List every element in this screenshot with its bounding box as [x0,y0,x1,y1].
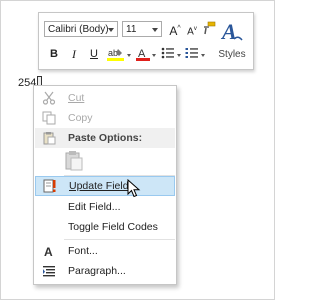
svg-text:A: A [220,19,237,44]
context-menu: Cut Copy Paste Options: Update Field Edi… [33,85,177,285]
menu-item-label: Edit Field... [68,201,121,213]
scissors-icon [42,91,56,105]
svg-text:A: A [44,245,53,258]
paragraph-icon [43,266,55,277]
toolbar-row-font: Calibri (Body) 11 A^ Av [44,19,216,39]
menu-item-label: Cut [68,92,85,104]
menu-item-update-field[interactable]: Update Field [35,176,175,196]
chevron-down-icon[interactable] [177,53,181,57]
toolbar-row-format: B I U ab A [44,44,205,64]
chevron-down-icon[interactable] [152,53,156,57]
shrink-font-button[interactable]: Av [185,21,199,37]
font-name-value: Calibri (Body) [48,24,109,35]
numbered-list-icon [185,48,198,58]
menu-item-edit-field[interactable]: Edit Field... [35,197,175,217]
paste-icon [43,132,56,145]
grow-font-button[interactable]: A^ [168,21,182,38]
copy-icon [42,111,56,125]
menu-item-label: Paste Options: [68,132,143,144]
caret-down-icon: v [193,26,197,32]
menu-item-font[interactable]: A Font... [35,241,175,261]
mouse-pointer-icon [127,179,141,198]
mini-formatting-toolbar: Calibri (Body) 11 A^ Av B I U ab A A Sty… [38,12,254,70]
menu-item-paste-options: Paste Options: [35,128,175,148]
format-painter-icon [204,21,216,35]
menu-item-label: Font... [68,245,98,257]
bold-button[interactable]: B [47,46,61,62]
menu-item-label: Copy [68,112,93,124]
update-field-icon [43,179,56,193]
menu-item-paragraph[interactable]: Paragraph... [35,261,175,281]
styles-button[interactable]: A Styles [215,17,249,65]
italic-button[interactable]: I [67,46,81,62]
chevron-down-icon[interactable] [201,53,205,57]
bullets-button[interactable] [161,46,175,62]
menu-item-cut[interactable]: Cut [35,88,175,108]
menu-item-toggle-field-codes[interactable]: Toggle Field Codes [35,217,175,237]
font-size-combobox[interactable]: 11 [122,21,162,37]
underline-button[interactable]: U [87,46,101,62]
numbering-button[interactable] [185,46,199,62]
chevron-down-icon[interactable] [127,53,131,57]
format-painter-button[interactable] [202,21,216,37]
menu-item-label: Update Field [69,180,129,192]
styles-icon: A [220,19,243,44]
highlight-button[interactable]: ab [107,46,125,62]
menu-divider [64,239,175,240]
shrink-font-label: A [187,26,194,38]
chevron-down-icon[interactable] [108,28,114,32]
font-color-button[interactable]: A [136,46,150,62]
font-size-value: 11 [126,24,137,35]
paste-keep-formatting-icon[interactable] [64,150,84,172]
styles-label: Styles [218,49,246,60]
font-name-combobox[interactable]: Calibri (Body) [44,21,118,37]
font-color-icon: A [136,48,150,61]
font-icon: A [44,245,53,258]
bullet-list-icon [161,47,174,59]
menu-item-copy[interactable]: Copy [35,108,175,128]
menu-item-label: Paragraph... [68,265,126,277]
menu-item-label: Toggle Field Codes [68,221,158,233]
caret-up-icon: ^ [177,25,181,32]
highlighter-icon: ab [107,48,124,61]
chevron-down-icon[interactable] [152,28,158,32]
